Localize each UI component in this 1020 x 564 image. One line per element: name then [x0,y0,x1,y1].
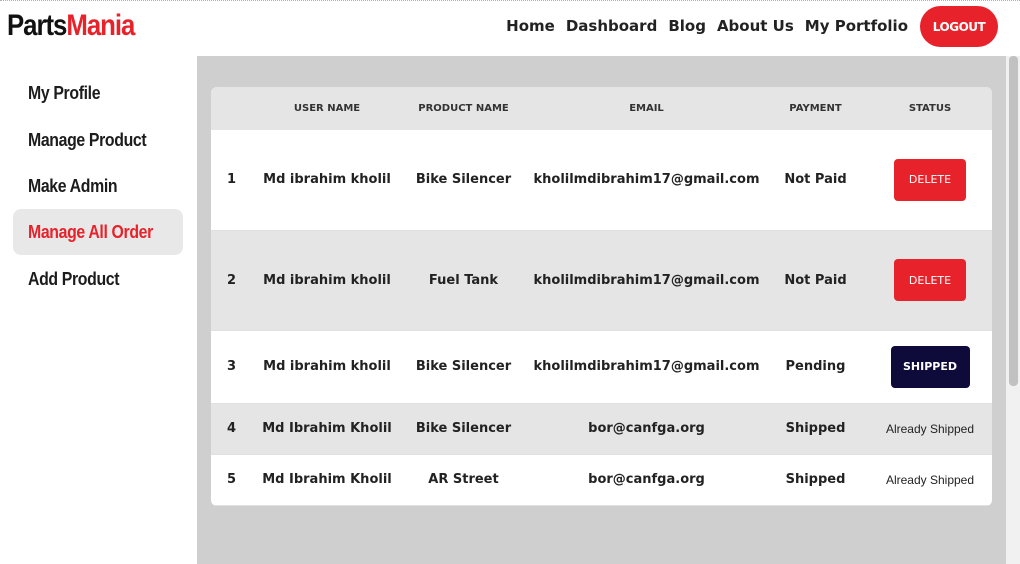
row-product-name: Bike Silencer [397,330,530,404]
row-index: 3 [211,330,257,404]
nav-dashboard[interactable]: Dashboard [566,17,657,35]
scrollbar-thumb[interactable] [1009,56,1018,386]
row-email: bor@canfga.org [530,403,763,455]
main-nav: Home Dashboard Blog About Us My Portfoli… [506,17,908,35]
row-email: kholilmdibrahim17@gmail.com [530,230,763,331]
row-product-name: Fuel Tank [397,230,530,331]
row-index: 5 [211,454,257,506]
row-user-name: Md Ibrahim Kholil [257,403,397,455]
sidebar-item-my-profile[interactable]: My Profile [13,70,183,116]
vertical-scrollbar[interactable] [1006,56,1020,564]
col-header-status: STATUS [868,87,992,130]
navbar: PartsMania Home Dashboard Blog About Us … [0,1,1006,55]
brand-part2: Mania [66,9,135,42]
row-email: bor@canfga.org [530,454,763,506]
orders-table-card: USER NAME PRODUCT NAME EMAIL PAYMENT STA… [211,87,992,506]
sidebar-item-label: Manage All Order [28,222,153,242]
sidebar-item-manage-all-order[interactable]: Manage All Order [13,209,183,255]
row-status-cell: SHIPPED [868,330,992,404]
row-status-cell: DELETE [868,230,992,331]
row-index: 2 [211,230,257,331]
table-row: 3 Md ibrahim kholil Bike Silencer kholil… [211,330,992,404]
sidebar-item-label: My Profile [28,83,101,103]
row-email: kholilmdibrahim17@gmail.com [530,330,763,404]
sidebar-item-add-product[interactable]: Add Product [13,256,183,302]
row-status-cell: DELETE [868,130,992,231]
table-row: 5 Md Ibrahim Kholil AR Street bor@canfga… [211,454,992,506]
sidebar-item-label: Manage Product [28,130,147,150]
row-index: 1 [211,130,257,231]
delete-button[interactable]: DELETE [894,259,966,301]
logout-button[interactable]: LOGOUT [920,6,998,47]
col-header-payment: PAYMENT [763,87,868,130]
row-product-name: Bike Silencer [397,403,530,455]
col-header-email: EMAIL [530,87,763,130]
sidebar-item-make-admin[interactable]: Make Admin [13,163,183,209]
sidebar-item-label: Make Admin [28,176,118,196]
row-status-text: Already Shipped [868,454,992,506]
brand-logo[interactable]: PartsMania [7,9,135,43]
row-email: kholilmdibrahim17@gmail.com [530,130,763,231]
orders-table: USER NAME PRODUCT NAME EMAIL PAYMENT STA… [211,87,992,506]
nav-blog[interactable]: Blog [668,17,706,35]
row-payment: Not Paid [763,130,868,231]
row-user-name: Md Ibrahim Kholil [257,454,397,506]
row-user-name: Md ibrahim kholil [257,230,397,331]
col-header-user-name: USER NAME [257,87,397,130]
sidebar-item-manage-product[interactable]: Manage Product [13,117,183,163]
brand-part1: Parts [7,9,67,42]
sidebar-item-label: Add Product [28,269,120,289]
delete-button[interactable]: DELETE [894,158,966,201]
table-header-row: USER NAME PRODUCT NAME EMAIL PAYMENT STA… [211,87,992,130]
table-row: 1 Md ibrahim kholil Bike Silencer kholil… [211,130,992,231]
sidebar: My Profile Manage Product Make Admin Man… [0,56,197,564]
main-content: USER NAME PRODUCT NAME EMAIL PAYMENT STA… [197,56,1006,564]
row-user-name: Md ibrahim kholil [257,130,397,231]
col-header-index [211,87,257,130]
table-row: 4 Md Ibrahim Kholil Bike Silencer bor@ca… [211,403,992,455]
row-index: 4 [211,403,257,455]
row-payment: Not Paid [763,230,868,331]
table-row: 2 Md ibrahim kholil Fuel Tank kholilmdib… [211,230,992,331]
row-payment: Pending [763,330,868,404]
row-user-name: Md ibrahim kholil [257,330,397,404]
nav-my-portfolio[interactable]: My Portfolio [805,17,908,35]
shipped-button[interactable]: SHIPPED [890,345,970,388]
row-product-name: Bike Silencer [397,130,530,231]
row-status-text: Already Shipped [868,403,992,455]
nav-about-us[interactable]: About Us [717,17,794,35]
col-header-product-name: PRODUCT NAME [397,87,530,130]
row-payment: Shipped [763,454,868,506]
row-product-name: AR Street [397,454,530,506]
row-payment: Shipped [763,403,868,455]
nav-home[interactable]: Home [506,17,555,35]
